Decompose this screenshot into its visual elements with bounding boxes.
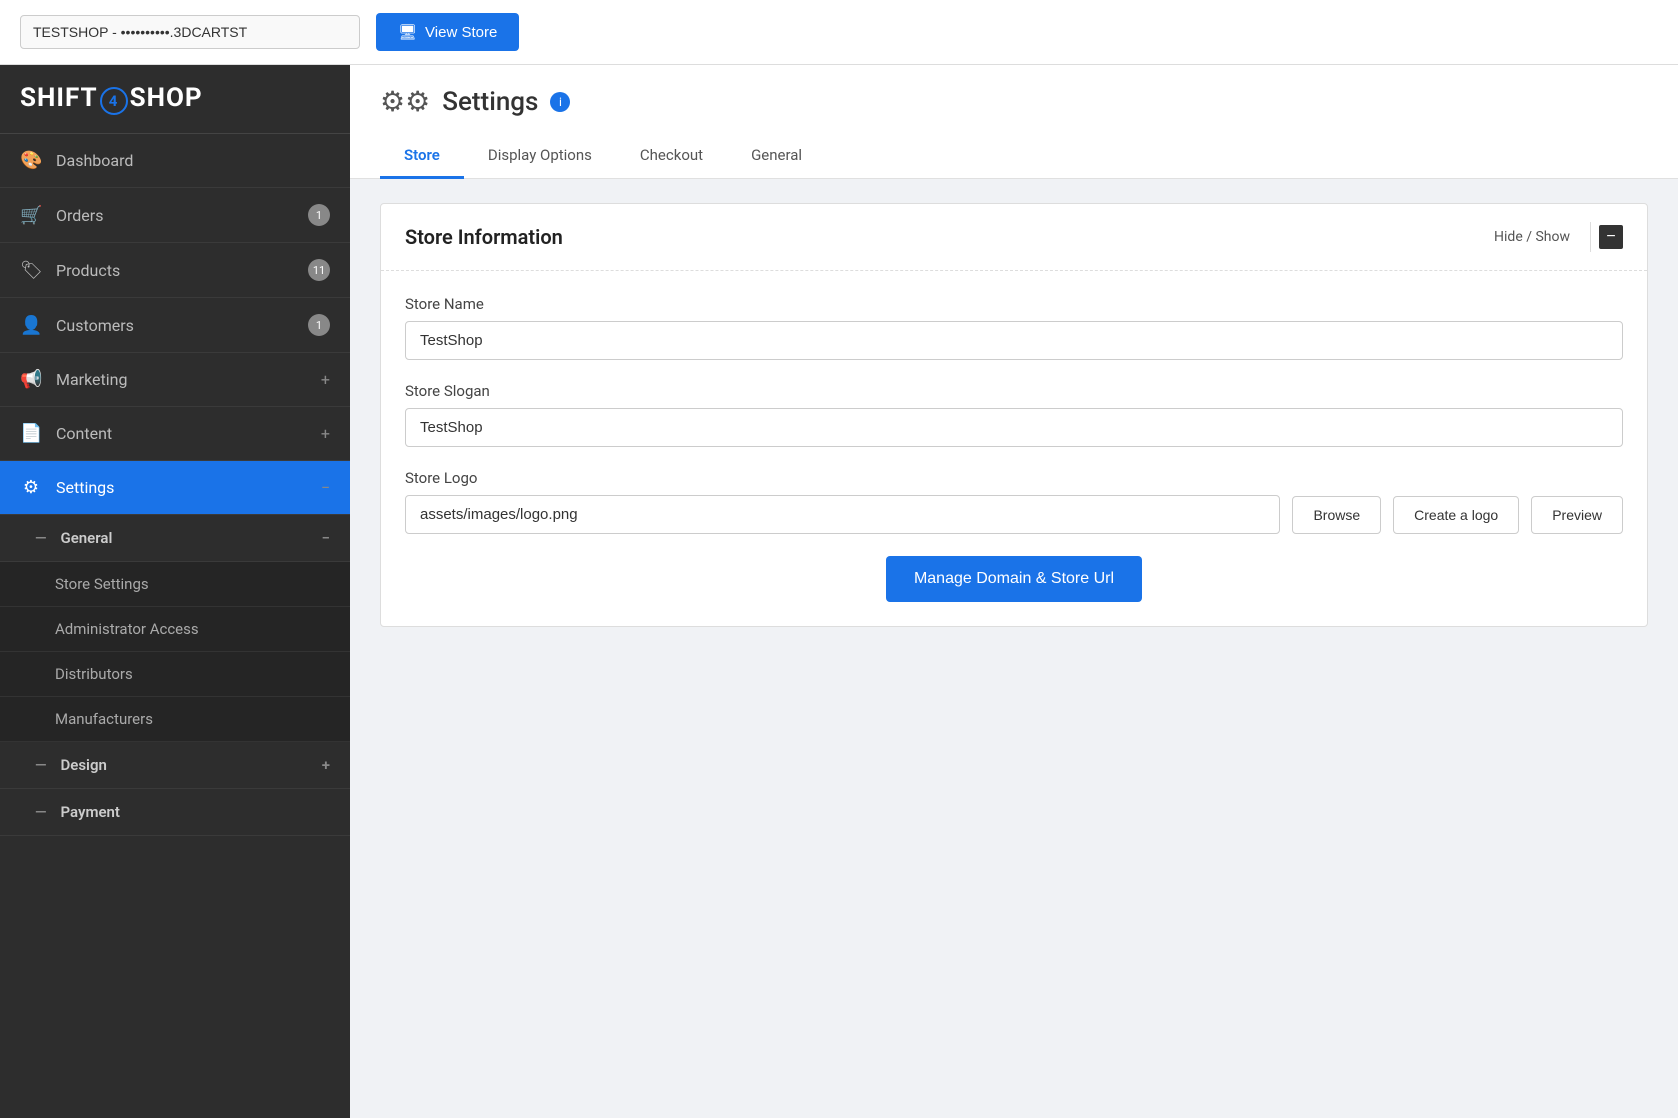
- main-content: ⚙⚙ Settings i Store Display Options Chec…: [350, 65, 1678, 1118]
- content-expand-icon: +: [321, 424, 330, 443]
- design-header-label: Design: [61, 756, 107, 774]
- tab-checkout[interactable]: Checkout: [616, 134, 727, 179]
- sidebar-item-label: Customers: [56, 316, 134, 335]
- store-name-group: Store Name: [405, 295, 1623, 360]
- logo-row: Browse Create a logo Preview: [405, 495, 1623, 534]
- sidebar-item-administrator-access[interactable]: Administrator Access: [0, 607, 350, 652]
- tab-display-options[interactable]: Display Options: [464, 134, 616, 179]
- general-header-label: General: [61, 529, 113, 547]
- customers-icon: 👤: [20, 315, 42, 336]
- collapse-button[interactable]: −: [1599, 225, 1623, 249]
- section-title: Store Information: [405, 225, 563, 249]
- logo: SHIFT4SHOP: [0, 65, 350, 134]
- customers-badge: 1: [308, 314, 330, 336]
- info-icon[interactable]: i: [550, 92, 570, 112]
- sidebar-item-general-header[interactable]: — General −: [0, 515, 350, 562]
- sidebar-item-content[interactable]: 📄 Content +: [0, 407, 350, 461]
- sidebar-item-label: Settings: [56, 478, 114, 497]
- settings-expand-icon: −: [321, 478, 330, 497]
- store-logo-input[interactable]: [405, 495, 1280, 534]
- sidebar-item-orders[interactable]: 🛒 Orders 1: [0, 188, 350, 243]
- sidebar-item-label: Products: [56, 261, 120, 280]
- store-logo-group: Store Logo Browse Create a logo Preview: [405, 469, 1623, 534]
- sub-nav-dash: —: [35, 803, 47, 821]
- logo-badge: 4: [100, 87, 128, 115]
- divider: [1590, 222, 1591, 252]
- design-expand-icon: +: [322, 756, 330, 774]
- sidebar: SHIFT4SHOP 🎨 Dashboard 🛒 Orders 1 🏷 Prod…: [0, 65, 350, 1118]
- sidebar-item-design-header[interactable]: — Design +: [0, 742, 350, 789]
- store-slogan-group: Store Slogan: [405, 382, 1623, 447]
- sub-nav-dash: —: [35, 756, 47, 774]
- content-icon: 📄: [20, 423, 42, 444]
- distributors-label: Distributors: [55, 665, 133, 683]
- store-settings-label: Store Settings: [55, 575, 149, 593]
- view-store-label: View Store: [425, 24, 497, 41]
- sidebar-item-store-settings[interactable]: Store Settings: [0, 562, 350, 607]
- sidebar-item-manufacturers[interactable]: Manufacturers: [0, 697, 350, 742]
- settings-icon: ⚙: [20, 477, 42, 498]
- products-badge: 11: [308, 259, 330, 281]
- general-sub-items: Store Settings Administrator Access Dist…: [0, 562, 350, 742]
- tab-general[interactable]: General: [727, 134, 826, 179]
- store-logo-label: Store Logo: [405, 469, 1623, 487]
- orders-icon: 🛒: [20, 205, 42, 226]
- section-body: Store Name Store Slogan Store Logo Brows: [381, 271, 1647, 626]
- manufacturers-label: Manufacturers: [55, 710, 153, 728]
- logo-text: SHIFT4SHOP: [20, 83, 203, 115]
- store-information-section: Store Information Hide / Show − Store Na…: [380, 203, 1648, 627]
- store-tab-content: Store Information Hide / Show − Store Na…: [350, 179, 1678, 651]
- page-title: Settings: [442, 87, 538, 117]
- preview-button[interactable]: Preview: [1531, 496, 1623, 534]
- section-header: Store Information Hide / Show −: [381, 204, 1647, 271]
- sidebar-item-settings[interactable]: ⚙ Settings −: [0, 461, 350, 515]
- store-name-input[interactable]: [405, 321, 1623, 360]
- hide-show-button[interactable]: Hide / Show: [1494, 229, 1570, 245]
- store-name-label: Store Name: [405, 295, 1623, 313]
- settings-header: ⚙⚙ Settings i Store Display Options Chec…: [350, 65, 1678, 179]
- settings-submenu: — General − Store Settings Administrator…: [0, 515, 350, 836]
- sidebar-nav: 🎨 Dashboard 🛒 Orders 1 🏷 Products 11 👤 C…: [0, 134, 350, 1118]
- manage-domain-container: Manage Domain & Store Url: [405, 556, 1623, 602]
- sidebar-item-products[interactable]: 🏷 Products 11: [0, 243, 350, 298]
- marketing-icon: 📢: [20, 369, 42, 390]
- general-expand-icon: −: [322, 529, 330, 547]
- orders-badge: 1: [308, 204, 330, 226]
- store-url-input[interactable]: [20, 15, 360, 49]
- payment-header-label: Payment: [61, 803, 120, 821]
- tabs: Store Display Options Checkout General: [380, 134, 1648, 178]
- store-slogan-label: Store Slogan: [405, 382, 1623, 400]
- sidebar-item-label: Dashboard: [56, 151, 133, 170]
- sidebar-item-marketing[interactable]: 📢 Marketing +: [0, 353, 350, 407]
- monitor-icon: 🖥: [398, 23, 417, 41]
- sidebar-item-distributors[interactable]: Distributors: [0, 652, 350, 697]
- sidebar-item-customers[interactable]: 👤 Customers 1: [0, 298, 350, 353]
- sidebar-item-label: Marketing: [56, 370, 127, 389]
- sidebar-item-label: Content: [56, 424, 112, 443]
- view-store-button[interactable]: 🖥 View Store: [376, 13, 519, 51]
- sidebar-item-label: Orders: [56, 206, 103, 225]
- settings-gear-icon: ⚙⚙: [380, 85, 430, 118]
- manage-domain-button[interactable]: Manage Domain & Store Url: [886, 556, 1142, 602]
- products-icon: 🏷: [20, 260, 42, 281]
- sidebar-item-payment-header[interactable]: — Payment: [0, 789, 350, 836]
- dashboard-icon: 🎨: [20, 150, 42, 171]
- create-logo-button[interactable]: Create a logo: [1393, 496, 1519, 534]
- store-slogan-input[interactable]: [405, 408, 1623, 447]
- browse-button[interactable]: Browse: [1292, 496, 1381, 534]
- sub-nav-dash: —: [35, 529, 47, 547]
- marketing-expand-icon: +: [321, 370, 330, 389]
- administrator-access-label: Administrator Access: [55, 620, 199, 638]
- tab-store[interactable]: Store: [380, 134, 464, 179]
- sidebar-item-dashboard[interactable]: 🎨 Dashboard: [0, 134, 350, 188]
